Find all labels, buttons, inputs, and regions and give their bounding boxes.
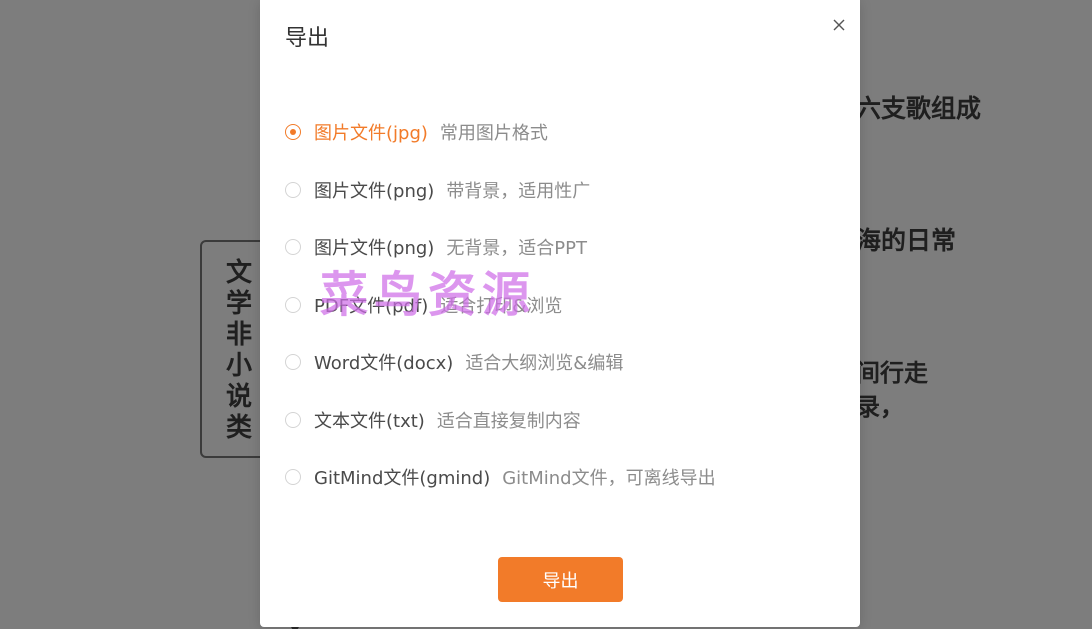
radio-button[interactable] [285, 411, 301, 428]
app-screen: 六支歌组成 海的日常 间行走 录， 文学非小说类 导出 图片文件(jpg) 常用… [0, 0, 1092, 629]
format-description: 常用图片格式 [439, 123, 548, 144]
mindmap-node-text: 录， [856, 393, 904, 421]
format-option-txt[interactable]: 文本文件(txt) 适合直接复制内容 [285, 402, 845, 438]
mindmap-node-label: 文学非小说类 [225, 258, 252, 443]
format-option-gmind[interactable]: GitMind文件(gmind) GitMind文件，可离线导出 [285, 459, 845, 495]
format-option-png-transparent[interactable]: 图片文件(png) 无背景，适合PPT [285, 229, 845, 265]
export-format-list: 图片文件(jpg) 常用图片格式 图片文件(png) 带背景，适用性广 图片文件… [285, 114, 845, 517]
format-label: 图片文件(png) [314, 238, 435, 259]
dialog-title: 导出 [285, 26, 330, 51]
format-label: 文本文件(txt) [314, 410, 425, 432]
mindmap-node-text: 海的日常 [856, 226, 957, 255]
format-label: Word文件(docx) [314, 353, 454, 374]
format-option-pdf[interactable]: PDF文件(pdf) 适合打印&浏览 [285, 287, 845, 323]
format-label: 图片文件(jpg) [314, 123, 428, 144]
export-button[interactable]: 导出 [498, 557, 623, 602]
format-description: 适合大纲浏览&编辑 [465, 353, 624, 374]
format-option-png-background[interactable]: 图片文件(png) 带背景，适用性广 [285, 172, 845, 208]
format-option-docx[interactable]: Word文件(docx) 适合大纲浏览&编辑 [285, 344, 845, 380]
radio-button-checked[interactable] [285, 124, 301, 140]
radio-button[interactable] [285, 239, 301, 255]
mindmap-node-text: 六支歌组成 [856, 94, 982, 123]
radio-button[interactable] [285, 469, 301, 485]
format-option-jpg[interactable]: 图片文件(jpg) 常用图片格式 [285, 114, 845, 150]
close-icon [833, 19, 845, 31]
format-label: PDF文件(pdf) [314, 295, 429, 317]
export-dialog: 导出 图片文件(jpg) 常用图片格式 图片文件(png) 带背景，适用性广 图… [260, 0, 860, 627]
format-description: 无背景，适合PPT [446, 238, 588, 259]
format-description: 适合打印&浏览 [440, 295, 563, 317]
radio-button[interactable] [285, 354, 301, 370]
format-description: 带背景，适用性广 [446, 180, 591, 202]
format-label: 图片文件(png) [314, 180, 435, 202]
format-label: GitMind文件(gmind) [314, 468, 491, 489]
radio-button[interactable] [285, 181, 301, 198]
radio-button[interactable] [285, 296, 301, 313]
format-description: 适合直接复制内容 [436, 410, 581, 432]
mindmap-node-text: 间行走 [856, 359, 928, 387]
close-button[interactable] [828, 14, 850, 36]
format-description: GitMind文件，可离线导出 [502, 468, 716, 489]
